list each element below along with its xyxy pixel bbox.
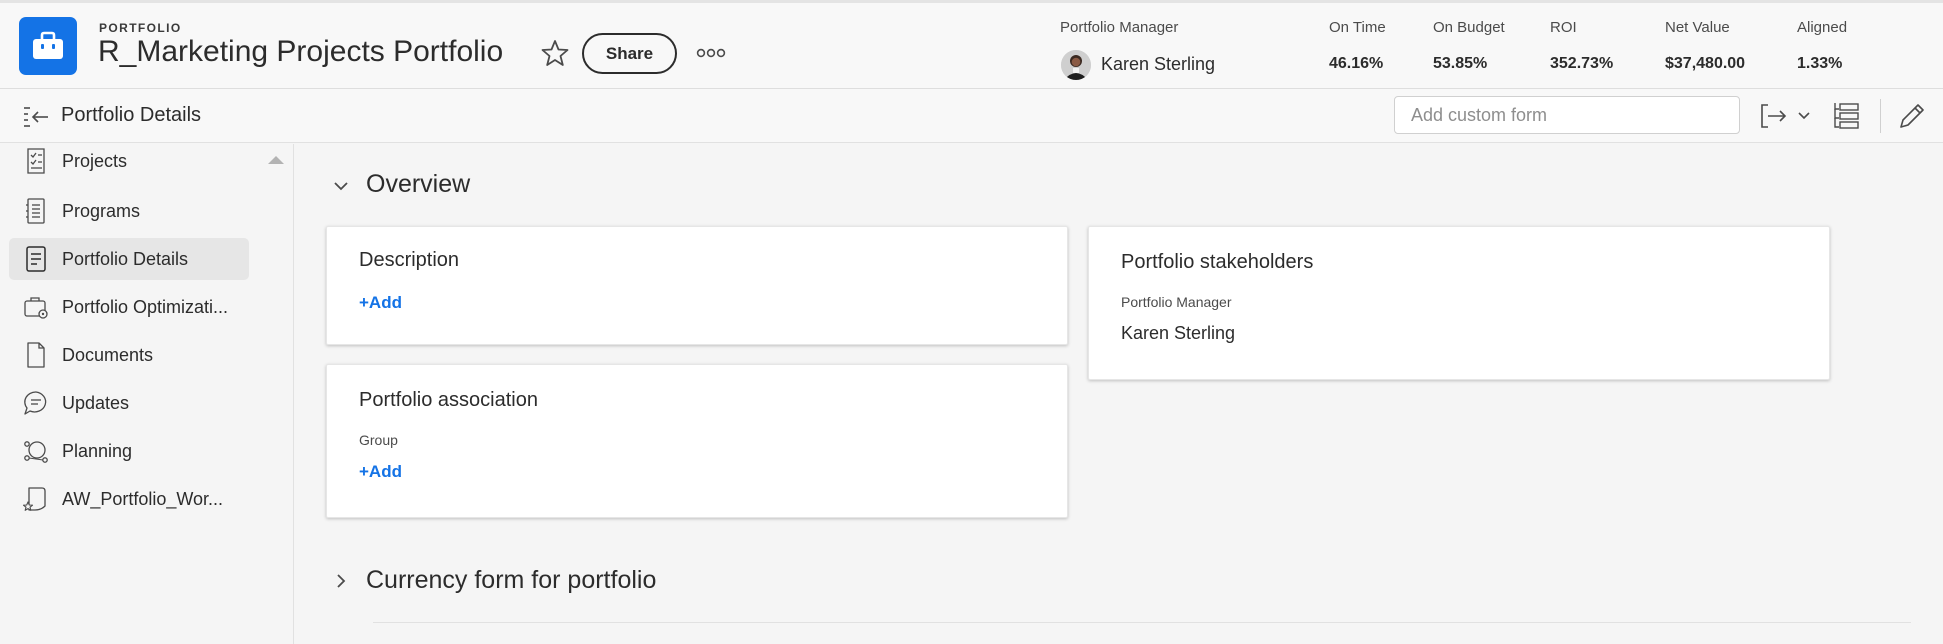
description-card: Description +Add <box>326 226 1068 345</box>
sidebar-item-documents[interactable]: Documents <box>9 334 249 376</box>
sidebar-item-updates[interactable]: Updates <box>9 382 249 424</box>
overview-section-title[interactable]: Overview <box>366 170 470 199</box>
portfolio-manager-name[interactable]: Karen Sterling <box>1101 54 1215 75</box>
sidebar-item-portfolio-details[interactable]: Portfolio Details <box>9 238 249 280</box>
edit-pencil-icon[interactable] <box>1897 101 1927 131</box>
briefcase-icon <box>19 17 77 75</box>
metric-label-net-value: Net Value <box>1665 19 1730 36</box>
share-button[interactable]: Share <box>582 33 677 74</box>
chevron-down-icon[interactable] <box>331 176 351 196</box>
metric-value-on-time: 46.16% <box>1329 55 1384 72</box>
portfolio-header: PORTFOLIO R_Marketing Projects Portfolio… <box>0 0 1943 89</box>
sidebar-item-planning[interactable]: Planning <box>9 430 249 472</box>
details-document-icon <box>26 246 46 272</box>
collapse-panel-icon[interactable] <box>22 105 50 129</box>
sidebar-item-label: Updates <box>62 393 130 413</box>
sidebar-item-label: AW_Portfolio_Wor... <box>62 489 224 509</box>
sidebar: Projects Programs Portfolio Details Port… <box>0 144 294 644</box>
programs-list-icon <box>26 198 45 224</box>
more-dots-icon[interactable] <box>696 43 726 63</box>
star-icon[interactable] <box>540 38 570 68</box>
chevron-down-icon[interactable] <box>1797 109 1811 123</box>
portfolio-manager-field-value: Karen Sterling <box>1121 323 1236 343</box>
chevron-right-icon[interactable] <box>331 571 351 591</box>
toolbar-divider <box>1880 99 1881 133</box>
sidebar-item-projects[interactable]: Projects <box>9 144 249 186</box>
chat-bubble-icon <box>24 391 47 415</box>
projects-checklist-icon <box>27 148 45 174</box>
portfolio-association-card-title: Portfolio association <box>359 389 538 411</box>
export-icon[interactable] <box>1759 102 1787 130</box>
portfolio-stakeholders-card: Portfolio stakeholders Portfolio Manager… <box>1088 226 1830 380</box>
list-view-icon[interactable] <box>1832 101 1860 131</box>
scroll-up-arrow[interactable] <box>268 156 284 164</box>
document-icon <box>27 342 45 368</box>
currency-form-section-title[interactable]: Currency form for portfolio <box>366 566 656 595</box>
description-card-title: Description <box>359 249 460 271</box>
portfolio-stakeholders-card-title: Portfolio stakeholders <box>1121 251 1314 273</box>
object-type-label: PORTFOLIO <box>99 21 182 35</box>
details-title: Portfolio Details <box>61 104 202 126</box>
optimizer-briefcase-icon <box>24 297 48 319</box>
planning-scenario-icon <box>24 441 48 463</box>
sidebar-item-aw-portfolio-workfront[interactable]: AW_Portfolio_Wor... <box>9 478 249 520</box>
sidebar-item-label: Programs <box>62 201 141 221</box>
sidebar-item-label: Planning <box>62 441 133 461</box>
group-field-label: Group <box>359 432 398 448</box>
portfolio-association-card: Portfolio association Group +Add <box>326 364 1068 518</box>
sidebar-item-label: Portfolio Details <box>62 249 189 269</box>
section-divider <box>373 622 1911 623</box>
main-content: Overview Description +Add Portfolio asso… <box>295 144 1943 644</box>
workfront-form-icon <box>23 487 46 511</box>
add-custom-form-input[interactable] <box>1394 96 1740 134</box>
metric-label-aligned: Aligned <box>1797 19 1848 36</box>
sidebar-item-programs[interactable]: Programs <box>9 190 249 232</box>
metric-label-on-time: On Time <box>1329 19 1386 36</box>
metric-value-on-budget: 53.85% <box>1433 55 1488 72</box>
sidebar-item-label: Portfolio Optimizati... <box>62 297 229 317</box>
sidebar-item-label: Documents <box>62 345 154 365</box>
details-toolbar: Portfolio Details <box>0 89 1943 143</box>
description-add-link[interactable]: +Add <box>359 293 402 313</box>
portfolio-manager-label: Portfolio Manager <box>1060 19 1179 36</box>
page-title: R_Marketing Projects Portfolio <box>98 35 504 68</box>
sidebar-item-label: Projects <box>62 151 128 171</box>
group-add-link[interactable]: +Add <box>359 462 402 482</box>
portfolio-manager-field-label: Portfolio Manager <box>1121 294 1232 310</box>
metric-value-net-value: $37,480.00 <box>1665 55 1746 72</box>
metric-value-aligned: 1.33% <box>1797 55 1843 72</box>
avatar[interactable] <box>1061 50 1091 80</box>
metric-label-on-budget: On Budget <box>1433 19 1505 36</box>
metric-label-roi: ROI <box>1550 19 1577 36</box>
sidebar-item-portfolio-optimization[interactable]: Portfolio Optimizati... <box>9 286 249 328</box>
metric-value-roi: 352.73% <box>1550 55 1614 72</box>
